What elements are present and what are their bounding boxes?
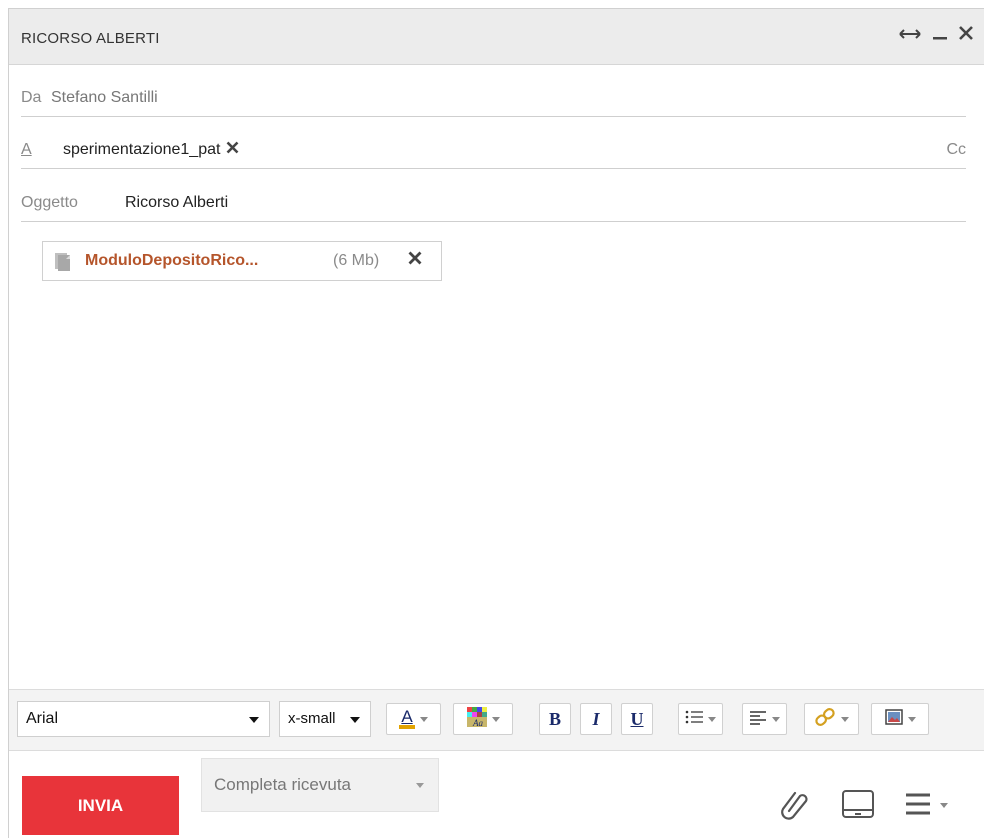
menu-icon[interactable] (904, 792, 950, 821)
receipt-value: Completa ricevuta (214, 775, 352, 794)
window-title: RICORSO ALBERTI (21, 30, 160, 47)
paperclip-icon[interactable] (781, 787, 809, 826)
close-icon[interactable] (958, 23, 974, 47)
resize-horizontal-icon[interactable] (898, 23, 922, 47)
chevron-down-icon (350, 717, 360, 723)
font-family-select[interactable]: Arial (17, 701, 270, 737)
send-button[interactable]: INVIA (22, 776, 179, 835)
bold-icon: B (548, 708, 561, 729)
link-icon (814, 707, 836, 732)
italic-icon: I (592, 708, 600, 729)
underline-button[interactable]: U (621, 703, 653, 735)
from-label: Da (21, 89, 42, 106)
title-bar: RICORSO ALBERTI (9, 9, 984, 65)
attachment-chip[interactable]: ModuloDepositoRico... (6 Mb) (42, 241, 442, 281)
attachment-size: (6 Mb) (333, 252, 380, 269)
window-controls (898, 23, 974, 47)
remove-attachment-icon[interactable] (408, 251, 422, 270)
chevron-down-icon (907, 716, 916, 722)
from-row: Da Stefano Santilli (21, 81, 966, 117)
to-label[interactable]: A (21, 141, 32, 159)
italic-button[interactable]: I (580, 703, 612, 735)
chevron-down-icon (491, 716, 500, 722)
from-value: Stefano Santilli (51, 89, 158, 106)
cc-link[interactable]: Cc (946, 141, 966, 159)
compose-window: RICORSO ALBERTI Da Stefano Santilli A sp… (8, 8, 984, 838)
bullet-list-button[interactable] (678, 703, 723, 735)
align-button[interactable] (742, 703, 787, 735)
background-color-button[interactable]: Aa (453, 703, 513, 735)
link-button[interactable] (804, 703, 859, 735)
tablet-icon[interactable] (841, 789, 875, 824)
insert-image-icon (884, 708, 903, 730)
font-family-value: Arial (26, 710, 59, 727)
formatting-toolbar: Arial x-small A Aa B I U (9, 689, 984, 751)
font-size-value: x-small (288, 710, 336, 727)
align-icon (749, 709, 767, 730)
chevron-down-icon (841, 716, 849, 722)
receipt-select[interactable]: Completa ricevuta (201, 758, 439, 812)
minimize-icon[interactable] (932, 23, 948, 47)
underline-icon: U (630, 708, 644, 729)
chevron-down-icon (708, 716, 716, 722)
footer-bar: INVIA Completa ricevuta (9, 751, 984, 839)
message-body-editor[interactable] (9, 289, 984, 689)
bullet-list-icon (685, 709, 703, 730)
chevron-down-icon (420, 716, 428, 722)
document-icon (55, 253, 71, 271)
text-color-icon: A (399, 708, 415, 729)
recipient-name: sperimentazione1_pat (63, 141, 221, 158)
text-color-button[interactable]: A (386, 703, 441, 735)
recipient-chip[interactable]: sperimentazione1_pat (63, 141, 239, 159)
insert-image-button[interactable] (871, 703, 929, 735)
remove-recipient-icon[interactable] (226, 141, 239, 159)
font-size-select[interactable]: x-small (279, 701, 371, 737)
subject-label: Oggetto (21, 194, 78, 211)
bold-button[interactable]: B (539, 703, 571, 735)
background-color-icon: Aa (466, 706, 487, 732)
attachment-name[interactable]: ModuloDepositoRico... (85, 252, 258, 270)
subject-row[interactable]: Oggetto Ricorso Alberti (21, 186, 966, 222)
subject-input[interactable]: Ricorso Alberti (125, 194, 228, 212)
chevron-down-icon (249, 717, 259, 723)
chevron-down-icon (416, 783, 424, 788)
chevron-down-icon (772, 716, 780, 722)
to-row[interactable]: A sperimentazione1_pat Cc (21, 133, 966, 169)
svg-text:Aa: Aa (472, 718, 483, 727)
